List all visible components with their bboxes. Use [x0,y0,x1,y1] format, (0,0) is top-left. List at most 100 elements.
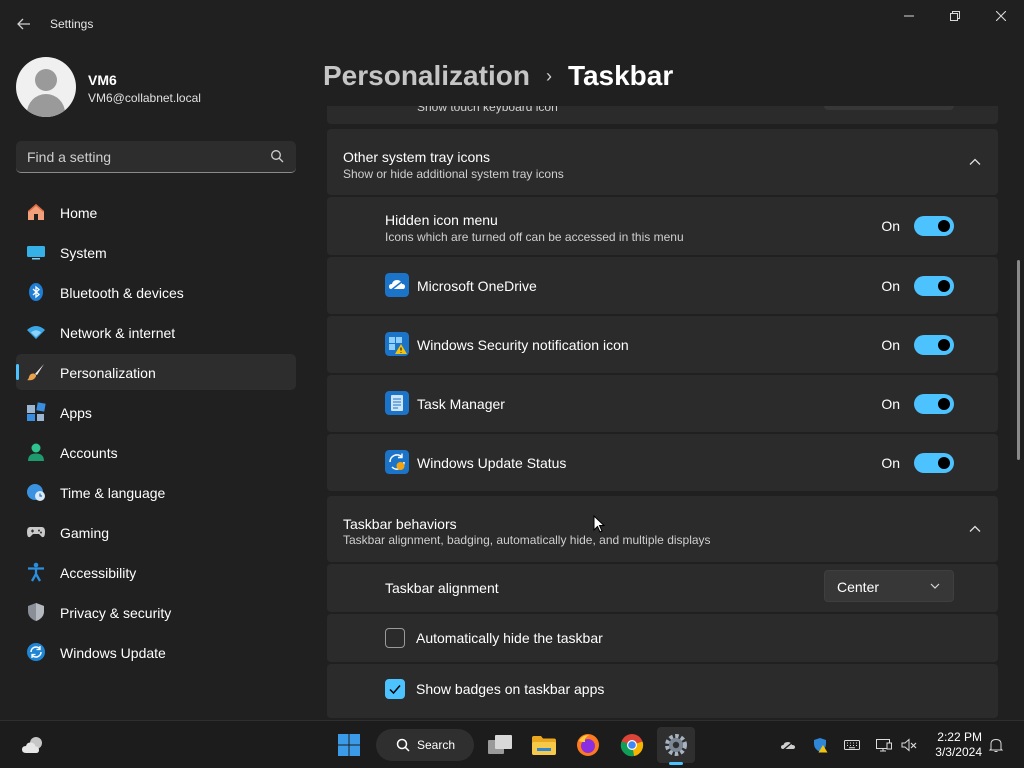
windows-update-icon [385,450,409,474]
accessibility-icon [28,562,44,582]
sidebar-item-network[interactable]: Network & internet [16,314,296,350]
onedrive-toggle-group: On [881,276,954,296]
windows-security-toggle[interactable] [914,335,954,355]
taskbar-search-button[interactable]: Search [376,729,474,761]
file-explorer-button[interactable] [525,727,563,763]
sidebar-item-time-language[interactable]: Time & language [16,474,296,510]
sidebar-item-windows-update[interactable]: Windows Update [16,634,296,670]
sidebar-item-system[interactable]: System [16,234,296,270]
windows-security-icon [385,332,409,356]
onedrive-icon[interactable] [780,737,796,753]
taskbar-alignment-value: Center [837,579,880,595]
search-box[interactable] [16,141,296,173]
windows-start-icon [338,734,360,756]
sidebar-item-personalization[interactable]: Personalization [16,354,296,390]
weather-widget[interactable] [14,727,52,763]
user-profile[interactable]: VM6 VM6@collabnet.local [16,57,296,117]
tray-section-header[interactable]: Other system tray icons Show or hide add… [327,129,998,195]
toggle-state-label: On [881,337,900,353]
task-view-icon [488,735,512,754]
close-button[interactable] [978,0,1024,32]
toggle-state-label: On [881,218,900,234]
sidebar-item-accessibility[interactable]: Accessibility [16,554,296,590]
clock-date: 3/3/2024 [935,745,982,759]
auto-hide-label: Automatically hide the taskbar [416,630,603,646]
checkmark-icon [389,685,401,695]
keyboard-icon[interactable] [844,737,860,753]
task-manager-toggle[interactable] [914,394,954,414]
toggle-state-label: On [881,278,900,294]
title-bar: Settings [0,0,1024,48]
sidebar-item-accounts[interactable]: Accounts [16,434,296,470]
bluetooth-icon [29,283,43,301]
search-icon [271,150,284,163]
onedrive-title: Microsoft OneDrive [417,278,537,294]
sidebar-item-label: Windows Update [60,645,166,661]
system-clock[interactable]: 2:22 PM 3/3/2024 [924,730,982,760]
windows-update-status-toggle-group: On [881,453,954,473]
windows-update-status-row: Windows Update Status On [327,434,998,491]
sidebar-item-apps[interactable]: Apps [16,394,296,430]
chrome-button[interactable] [613,727,651,763]
chevron-up-icon[interactable] [968,522,982,536]
file-explorer-icon [532,736,556,755]
avatar [16,57,76,117]
home-icon [28,204,44,220]
sidebar-item-bluetooth[interactable]: Bluetooth & devices [16,274,296,310]
close-icon [996,11,1006,21]
taskbar: Search 2:22 PM 3/3/2024 [0,720,1024,768]
tray-section-title: Other system tray icons [343,149,491,165]
windows-security-icon[interactable] [812,737,828,753]
search-icon [396,738,410,752]
chevron-up-icon[interactable] [968,155,982,169]
settings-content: Show touch keyboard icon Other system tr… [324,106,1004,718]
network-icon[interactable] [876,737,892,753]
windows-security-title: Windows Security notification icon [417,337,629,353]
notification-bell-icon[interactable] [988,737,1004,753]
chrome-icon [620,734,644,757]
sidebar-item-privacy-security[interactable]: Privacy & security [16,594,296,630]
hidden-icon-menu-subtitle: Icons which are turned off can be access… [385,230,684,244]
breadcrumb-parent[interactable]: Personalization [323,60,530,92]
sidebar-item-label: Gaming [60,525,110,541]
vertical-scrollbar[interactable] [1017,260,1020,460]
start-button[interactable] [330,727,368,763]
wifi-icon [27,326,45,339]
tray-section-subtitle: Show or hide additional system tray icon… [343,167,564,181]
taskbar-alignment-dropdown[interactable]: Center [824,570,954,602]
behaviors-section-subtitle: Taskbar alignment, badging, automaticall… [343,533,711,547]
toggle-state-label: On [881,455,900,471]
show-badges-row: Show badges on taskbar apps [327,664,998,718]
sync-icon [27,643,45,661]
sidebar-item-label: Time & language [60,485,166,501]
minimize-button[interactable] [886,0,932,32]
sidebar-item-gaming[interactable]: Gaming [16,514,296,550]
onedrive-toggle[interactable] [914,276,954,296]
show-badges-checkbox[interactable] [385,679,405,699]
hidden-icon-menu-toggle[interactable] [914,216,954,236]
globe-clock-icon [27,484,45,501]
active-app-indicator [669,762,683,765]
windows-update-status-title: Windows Update Status [417,455,567,471]
touch-keyboard-row: Show touch keyboard icon [327,106,998,124]
behaviors-section-header[interactable]: Taskbar behaviors Taskbar alignment, bad… [327,496,998,562]
maximize-button[interactable] [932,0,978,32]
windows-security-toggle-group: On [881,335,954,355]
settings-taskbar-button[interactable] [657,727,695,763]
firefox-button[interactable] [569,727,607,763]
sidebar-item-label: Apps [60,405,92,421]
search-input[interactable] [16,141,264,172]
back-button[interactable] [8,8,40,40]
windows-update-status-toggle[interactable] [914,453,954,473]
hidden-icon-menu-row: Hidden icon menu Icons which are turned … [327,197,998,255]
person-icon [28,443,44,461]
auto-hide-checkbox[interactable] [385,628,405,648]
sidebar-item-home[interactable]: Home [16,194,296,230]
paintbrush-icon [27,364,44,381]
volume-muted-icon[interactable] [901,737,917,753]
hidden-icon-menu-toggle-group: On [881,216,954,236]
sidebar-item-label: Network & internet [60,325,176,341]
touch-keyboard-dropdown[interactable] [824,106,954,110]
firefox-icon [577,734,599,756]
task-view-button[interactable] [481,727,519,763]
